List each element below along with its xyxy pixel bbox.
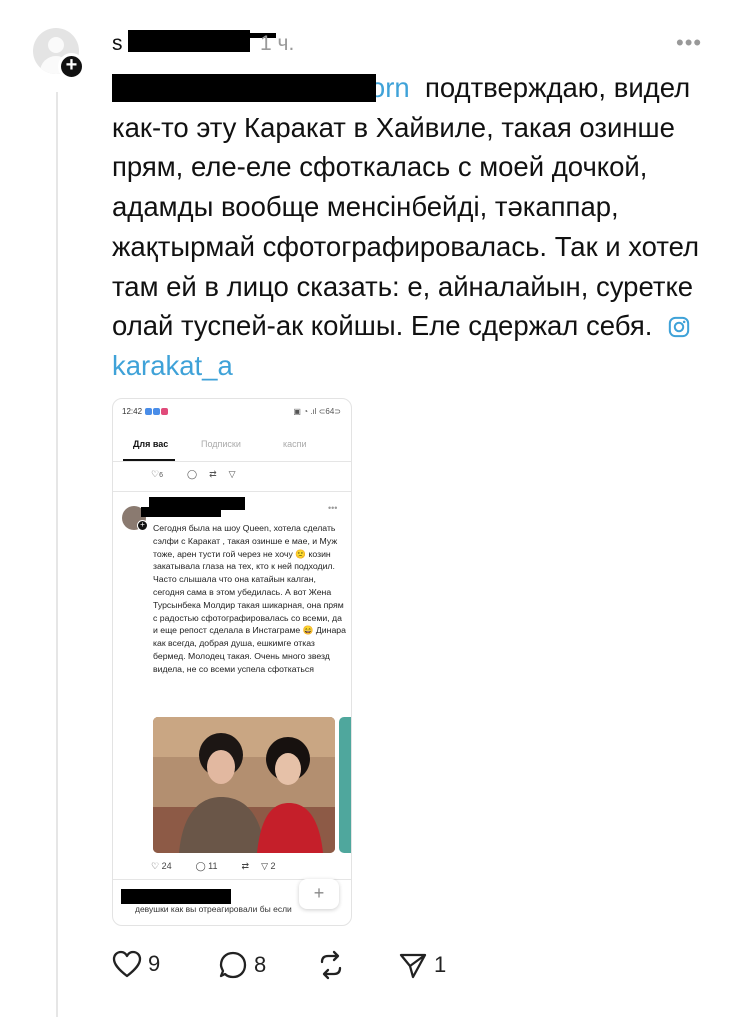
post-actions: 9 8 1 [112, 950, 512, 990]
redaction-next-user [121, 889, 231, 904]
reply-icon[interactable]: ◯ [187, 469, 197, 479]
comment-icon [219, 951, 247, 979]
share-icon[interactable]: ▽ [229, 469, 236, 479]
photo-image [153, 717, 335, 853]
inner-repost-button[interactable]: ⇄ [242, 861, 250, 871]
tab-for-you[interactable]: Для вас [133, 439, 168, 449]
repost-button[interactable] [316, 950, 346, 980]
feed-tabs: Для вас Подписки каспи [113, 439, 351, 459]
tabs-divider [113, 461, 351, 462]
tab-kaspi[interactable]: каспи [283, 439, 307, 449]
username[interactable]: s [112, 32, 123, 56]
like-count: 9 [148, 951, 161, 976]
post-body: @orn подтверждаю, видел как-то эту Карак… [112, 68, 722, 386]
avatar-head [48, 37, 64, 53]
post-text: подтверждаю, видел как-то эту Каракат в … [112, 72, 700, 342]
redaction-mention [112, 74, 376, 102]
inner-like-button[interactable]: ♡ 24 [151, 861, 184, 871]
reply-count: 8 [254, 952, 267, 977]
like-icon[interactable]: ♡6 [151, 469, 175, 479]
attached-screenshot[interactable]: 12:42 ▣ ◔ .ıl ⊂64⊃ Для вас Подписки касп… [112, 398, 352, 926]
instagram-tag-text: karakat_a [112, 349, 233, 381]
inner-post-text: Сегодня была на шоу Queen, хотела сделат… [153, 523, 346, 674]
follow-plus-icon[interactable]: + [58, 53, 85, 80]
heart-icon [112, 950, 142, 978]
post-divider [113, 491, 351, 492]
inner-reply-button[interactable]: ◯ 11 [196, 861, 230, 871]
next-post-text: девушки как вы отреагировали бы если [135, 904, 292, 914]
like-button[interactable]: 9 [112, 950, 160, 978]
share-button[interactable]: 1 [398, 950, 446, 980]
instagram-icon [668, 317, 689, 338]
status-icons: ▣ ◔ .ıl ⊂64⊃ [293, 407, 341, 416]
inner-post-photo-2[interactable] [339, 717, 351, 853]
redaction-username [128, 30, 250, 52]
inner-post-actions: ♡ 24 ◯ 11 ⇄ ▽ 2 [151, 861, 300, 872]
share-count: 1 [434, 952, 447, 977]
post-time: 1 ч. [260, 32, 295, 55]
more-options-button[interactable]: ••• [676, 30, 702, 56]
repost-icon [320, 950, 342, 980]
repost-icon[interactable]: ⇄ [209, 469, 217, 479]
thread-line [56, 92, 58, 1017]
status-time: 12:42 [122, 407, 169, 416]
inner-follow-icon[interactable]: + [137, 520, 148, 531]
prev-post-actions: ♡6 ◯ ⇄ ▽ [151, 469, 248, 480]
inner-share-button[interactable]: ▽ 2 [261, 861, 287, 871]
send-icon [399, 953, 427, 979]
redaction-inner-username-2 [141, 507, 221, 517]
inner-post-photo[interactable] [153, 717, 335, 853]
tab-following[interactable]: Подписки [201, 439, 241, 449]
inner-more-button[interactable]: ••• [328, 503, 337, 513]
reply-button[interactable]: 8 [218, 950, 266, 980]
